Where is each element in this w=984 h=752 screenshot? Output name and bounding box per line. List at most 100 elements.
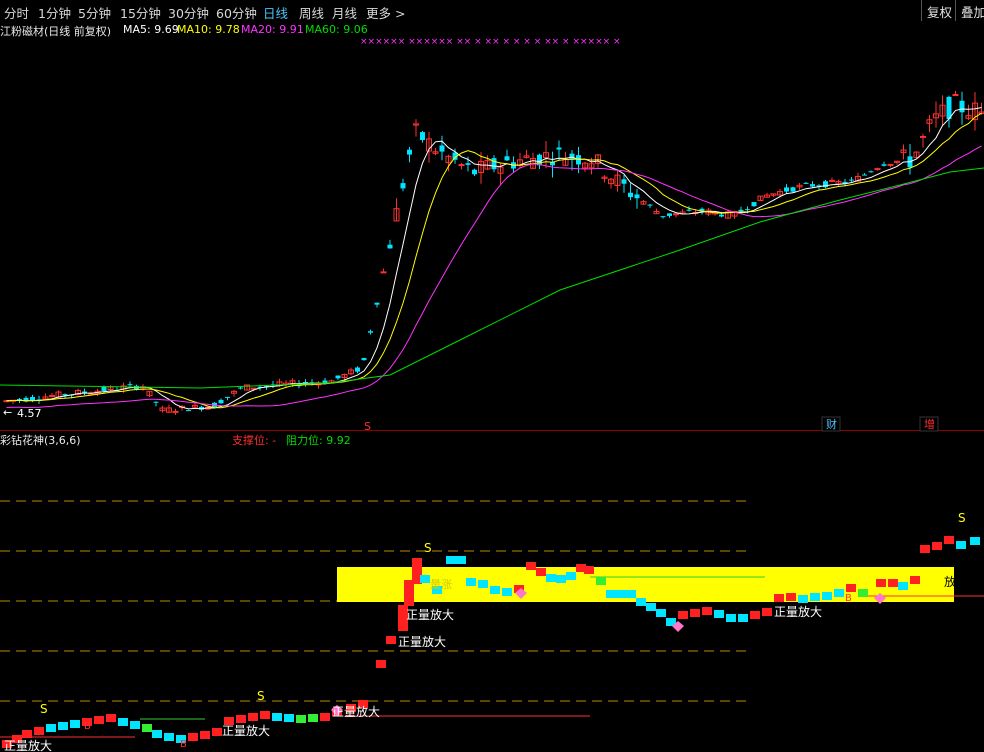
candle-body bbox=[101, 386, 107, 391]
candle-body bbox=[472, 169, 477, 175]
candle-body bbox=[881, 164, 887, 166]
s-mark-1: S bbox=[257, 689, 265, 703]
signal-label-4: 正量放大 bbox=[406, 607, 454, 622]
indicator-step-block bbox=[420, 575, 430, 583]
indicator-step-block bbox=[22, 730, 32, 738]
indicator-step-block bbox=[944, 536, 954, 544]
indicator-step-block bbox=[308, 714, 318, 722]
indicator-step-block bbox=[536, 568, 546, 576]
indicator-step-block bbox=[502, 588, 512, 596]
candle-body bbox=[862, 174, 867, 176]
s-mark-0: S bbox=[40, 702, 48, 716]
candle-body bbox=[660, 216, 666, 218]
indicator-step-block bbox=[726, 614, 736, 622]
indicator-step-block bbox=[386, 636, 396, 644]
candle-body bbox=[751, 202, 757, 207]
kline-chart[interactable]: ×××××× ×××××× ×× × ×× × × × × ×× × ×××××… bbox=[0, 0, 984, 752]
signal-label-0: 正量放大 bbox=[4, 738, 52, 752]
indicator-step-block bbox=[626, 590, 636, 598]
ma60-line bbox=[0, 167, 984, 389]
indicator-step-block bbox=[656, 609, 666, 617]
candle-body bbox=[738, 209, 744, 212]
indicator-step-block bbox=[478, 580, 488, 588]
indicator-step-block bbox=[490, 586, 500, 594]
indicator-step-block bbox=[762, 608, 772, 616]
indicator-step-block bbox=[606, 590, 616, 598]
indicator-step-block bbox=[142, 724, 152, 732]
indicator-step-block bbox=[260, 711, 270, 719]
candle-body bbox=[959, 100, 965, 113]
signal-label-1: 正量放大 bbox=[222, 723, 270, 738]
candle-body bbox=[952, 93, 959, 96]
indicator-step-block bbox=[546, 574, 556, 582]
indicator-step-block bbox=[834, 589, 844, 597]
indicator-step-block bbox=[94, 716, 104, 724]
candle-body bbox=[868, 171, 874, 173]
indicator-step-block bbox=[678, 611, 688, 619]
indicator-step-block bbox=[164, 733, 174, 741]
indicator-step-block bbox=[284, 714, 294, 722]
indicator-step-block bbox=[798, 595, 808, 603]
cross-marks-row: ×××××× ×××××× ×× × ×× × × × × ×× × ×××××… bbox=[360, 37, 621, 47]
indicator-step-block bbox=[774, 594, 784, 602]
candle-body bbox=[829, 179, 835, 182]
indicator-step-block bbox=[822, 592, 832, 600]
indicator-step-block bbox=[526, 562, 536, 570]
indicator-step-block bbox=[750, 611, 760, 619]
candle-body bbox=[387, 244, 393, 249]
indicator-step-block bbox=[376, 660, 386, 668]
indicator-step-block bbox=[556, 575, 566, 583]
candle-body bbox=[686, 209, 692, 211]
indicator-step-block bbox=[786, 593, 796, 601]
indicator-step-block bbox=[152, 730, 162, 738]
indicator-step-block bbox=[738, 614, 748, 622]
indicator-step-block bbox=[932, 542, 942, 550]
indicator-step-block bbox=[810, 593, 820, 601]
candle-body bbox=[784, 187, 789, 192]
indicator-step-block bbox=[714, 610, 724, 618]
b-mark-0: B bbox=[84, 721, 91, 732]
candle-body bbox=[667, 213, 672, 216]
candle-body bbox=[439, 145, 445, 152]
b-mark-2: B bbox=[845, 593, 852, 604]
indicator-step-block bbox=[70, 720, 80, 728]
indicator-step-block bbox=[888, 579, 898, 587]
indicator-step-block bbox=[636, 598, 646, 606]
candle-body bbox=[407, 149, 412, 155]
candle-body bbox=[946, 96, 952, 119]
b-mark-1: B bbox=[180, 739, 187, 750]
candle-body bbox=[361, 358, 367, 361]
candle-body bbox=[719, 214, 724, 217]
event-marker-zeng: 增 bbox=[924, 417, 935, 431]
candle-body bbox=[745, 209, 750, 211]
indicator-step-block bbox=[106, 714, 116, 722]
low-price-label: 4.57 bbox=[17, 407, 42, 420]
candle-body bbox=[374, 302, 380, 305]
candle-body bbox=[504, 156, 510, 161]
candle-body bbox=[803, 182, 809, 184]
indicator-step-block bbox=[970, 537, 980, 545]
indicator-step-block bbox=[58, 722, 68, 730]
indicator-step-block bbox=[466, 578, 476, 586]
indicator-step-block bbox=[456, 556, 466, 564]
indicator-step-block bbox=[584, 566, 594, 574]
candle-body bbox=[127, 384, 133, 386]
candle-body bbox=[400, 183, 406, 189]
ma5-line bbox=[6, 107, 982, 410]
indicator-step-block bbox=[956, 541, 966, 549]
indicator-step-block bbox=[296, 715, 306, 723]
candle-body bbox=[790, 187, 796, 192]
indicator-step-block bbox=[272, 713, 282, 721]
candle-body bbox=[810, 184, 815, 187]
candle-body bbox=[172, 410, 179, 413]
candle-body bbox=[335, 375, 341, 379]
candle-body bbox=[465, 163, 471, 165]
signal-label-2: 正量放大 bbox=[332, 704, 380, 719]
event-marker-s: S bbox=[364, 420, 371, 433]
candle-body bbox=[49, 395, 55, 398]
indicator-step-block bbox=[236, 715, 246, 723]
indicator-step-block bbox=[118, 718, 128, 726]
candle-body bbox=[218, 399, 224, 404]
signal-label-5: 正量放大 bbox=[774, 604, 822, 619]
event-marker-cai: 财 bbox=[826, 417, 837, 431]
